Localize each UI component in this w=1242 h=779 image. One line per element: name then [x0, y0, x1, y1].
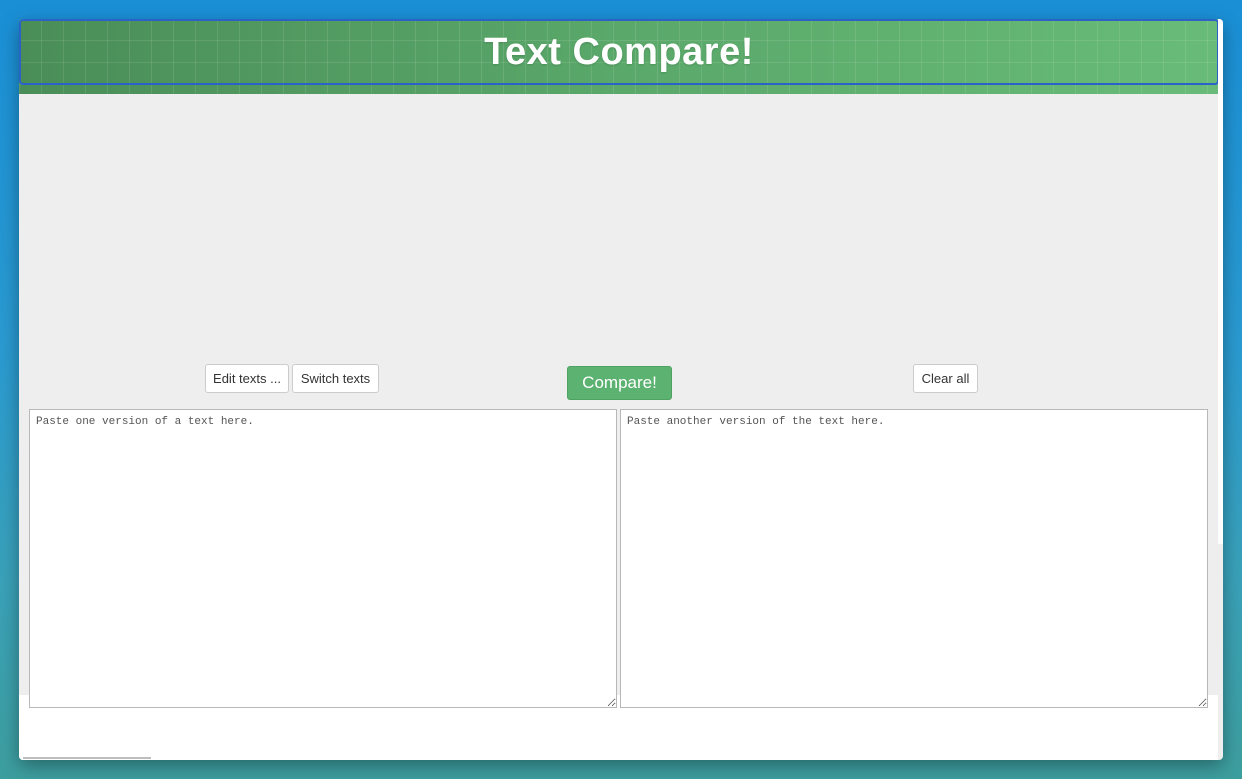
- horizontal-scrollbar[interactable]: [23, 757, 151, 759]
- left-text-input[interactable]: [29, 409, 617, 708]
- switch-texts-button[interactable]: Switch texts: [292, 364, 379, 393]
- header-frame: Text Compare!: [19, 19, 1219, 85]
- right-text-input[interactable]: [620, 409, 1208, 708]
- header-banner: Text Compare!: [19, 19, 1219, 94]
- compare-button[interactable]: Compare!: [567, 366, 672, 400]
- page-title: Text Compare!: [484, 30, 754, 73]
- window-edge: [1218, 19, 1223, 544]
- clear-all-button[interactable]: Clear all: [913, 364, 978, 393]
- app-window: Text Compare! Edit texts ... Switch text…: [19, 19, 1223, 760]
- edit-texts-button[interactable]: Edit texts ...: [205, 364, 289, 393]
